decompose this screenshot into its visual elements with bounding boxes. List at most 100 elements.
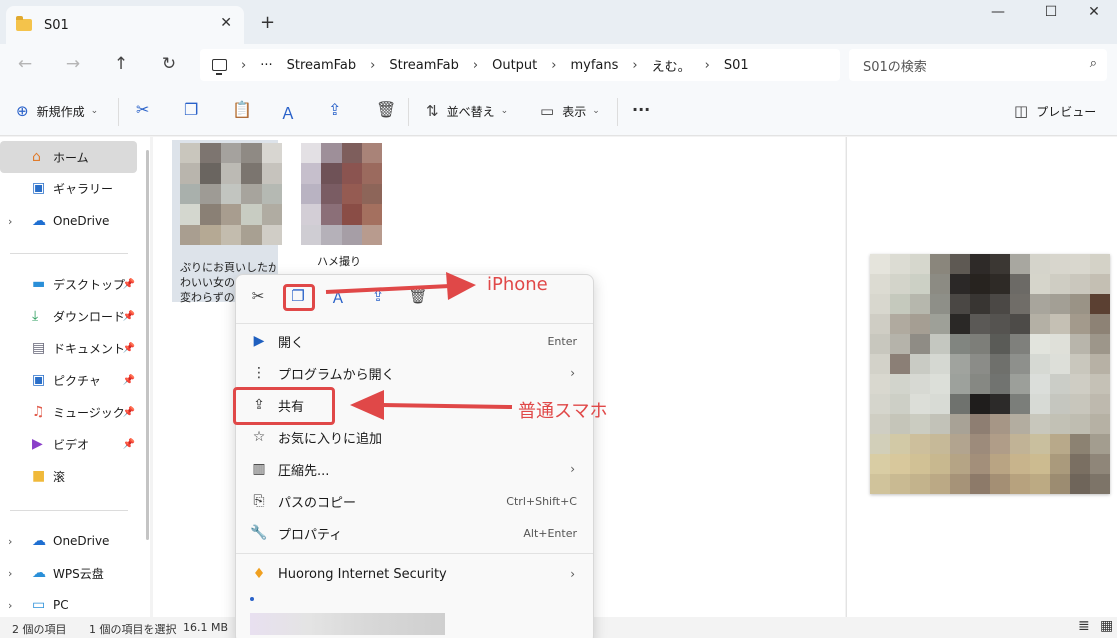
menu-divider bbox=[236, 323, 593, 324]
maximize-button[interactable]: ☐ bbox=[1028, 4, 1074, 20]
rename-icon[interactable]: Ａ bbox=[280, 100, 296, 124]
menu-item-compress[interactable]: ▥ 圧縮先... › bbox=[236, 453, 593, 485]
file-thumbnail-1[interactable] bbox=[180, 143, 282, 245]
back-icon[interactable]: ← bbox=[13, 54, 37, 74]
tab-close-icon[interactable]: ✕ bbox=[220, 15, 232, 31]
breadcrumb-separator[interactable]: › bbox=[241, 58, 246, 73]
up-icon[interactable]: ↑ bbox=[109, 54, 133, 74]
search-icon: ⌕ bbox=[1089, 56, 1097, 71]
menu-item-properties[interactable]: 🔧 プロパティ Alt+Enter bbox=[236, 517, 593, 549]
chevron-right-icon[interactable]: › bbox=[8, 215, 12, 228]
sidebar-item-music[interactable]: ♫ ミュージック 📌 bbox=[0, 396, 137, 428]
sidebar-item-pictures[interactable]: ▣ ピクチャ 📌 bbox=[0, 364, 137, 396]
rename-icon[interactable]: Ａ bbox=[326, 287, 350, 308]
new-tab-button[interactable]: + bbox=[260, 12, 275, 33]
sort-label: 並べ替え bbox=[446, 104, 495, 119]
item-count: 2 個の項目 bbox=[12, 623, 67, 636]
sidebar-item-gallery[interactable]: ▣ ギャラリー bbox=[0, 172, 137, 204]
highlight-box-copy bbox=[283, 284, 315, 311]
sidebar-item-onedrive-2[interactable]: › ☁ OneDrive bbox=[0, 525, 137, 557]
sidebar-item-label: ピクチャ bbox=[53, 373, 101, 388]
new-button[interactable]: ⊕ 新規作成 ⌄ bbox=[16, 102, 98, 120]
share-icon[interactable]: ⇪ bbox=[328, 100, 341, 119]
close-window-button[interactable]: ✕ bbox=[1071, 4, 1117, 20]
cloud-icon: ☁ bbox=[32, 533, 46, 549]
breadcrumb-item[interactable]: Output bbox=[492, 58, 537, 73]
more-options-icon[interactable]: ··· bbox=[632, 100, 650, 119]
tiles-view-icon[interactable]: ▦ bbox=[1100, 618, 1113, 634]
breadcrumb-item[interactable]: myfans bbox=[570, 58, 618, 73]
copy-icon[interactable]: ❐ bbox=[184, 100, 198, 119]
breadcrumb-separator[interactable]: › bbox=[705, 58, 710, 73]
sidebar-item-folder[interactable]: ■ 滚 bbox=[0, 460, 137, 492]
menu-item-favorite[interactable]: ☆ お気に入りに追加 bbox=[236, 421, 593, 453]
pin-icon[interactable]: 📌 bbox=[123, 407, 135, 418]
navigation-pane: ⌂ ホーム ▣ ギャラリー › ☁ OneDrive ▬ デスクトップ 📌 ⤓ … bbox=[0, 137, 150, 617]
breadcrumb-more[interactable]: ··· bbox=[260, 58, 272, 73]
sidebar-item-label: ホーム bbox=[53, 150, 89, 165]
sidebar-item-wps[interactable]: › ☁ WPS云盘 bbox=[0, 557, 137, 589]
breadcrumb-item[interactable]: S01 bbox=[724, 58, 749, 73]
menu-item-open-with[interactable]: ⋮ プログラムから開く › bbox=[236, 357, 593, 389]
highlight-box-share bbox=[233, 387, 335, 425]
delete-icon[interactable]: 🗑 bbox=[376, 100, 396, 119]
sort-button[interactable]: ⇅ 並べ替え ⌄ bbox=[426, 102, 508, 120]
sort-icon: ⇅ bbox=[426, 102, 439, 120]
home-icon: ⌂ bbox=[32, 149, 41, 165]
refresh-icon[interactable]: ↻ bbox=[157, 54, 181, 74]
forward-icon[interactable]: → bbox=[61, 54, 85, 74]
sidebar-item-downloads[interactable]: ⤓ ダウンロード 📌 bbox=[0, 300, 137, 332]
address-bar[interactable]: › ··· StreamFab › StreamFab › Output › m… bbox=[200, 49, 840, 81]
breadcrumb-item[interactable]: StreamFab bbox=[389, 58, 459, 73]
file-thumbnail-2[interactable] bbox=[301, 143, 382, 245]
sidebar-item-label: ドキュメント bbox=[53, 341, 126, 356]
tab-s01[interactable]: S01 ✕ bbox=[6, 6, 244, 44]
cut-icon[interactable]: ✂ bbox=[246, 287, 270, 305]
sidebar-item-videos[interactable]: ▶ ビデオ 📌 bbox=[0, 428, 137, 460]
sidebar-divider bbox=[10, 253, 128, 254]
share-icon[interactable]: ⇪ bbox=[366, 287, 390, 305]
file-name-2[interactable]: ハメ撮り bbox=[317, 254, 377, 269]
menu-item-label: プログラムから開く bbox=[278, 367, 395, 383]
view-icon: ▭ bbox=[540, 102, 555, 120]
breadcrumb-separator[interactable]: › bbox=[551, 58, 556, 73]
pin-icon[interactable]: 📌 bbox=[123, 279, 135, 290]
minimize-button[interactable]: — bbox=[975, 4, 1021, 20]
breadcrumb-separator[interactable]: › bbox=[370, 58, 375, 73]
huorong-icon: ♦ bbox=[252, 566, 266, 582]
menu-item-huorong[interactable]: ♦ Huorong Internet Security › bbox=[236, 558, 593, 590]
menu-item-label: Huorong Internet Security bbox=[278, 566, 447, 582]
pin-icon[interactable]: 📌 bbox=[123, 375, 135, 386]
menu-item-open[interactable]: ▶ 開く Enter bbox=[236, 325, 593, 357]
paste-icon[interactable]: 📋 bbox=[232, 100, 252, 119]
sidebar-scrollbar[interactable] bbox=[146, 150, 149, 540]
sidebar-item-home[interactable]: ⌂ ホーム bbox=[0, 141, 137, 173]
sidebar-item-documents[interactable]: ▤ ドキュメント 📌 bbox=[0, 332, 137, 364]
gallery-icon: ▣ bbox=[32, 180, 46, 196]
pin-icon[interactable]: 📌 bbox=[123, 311, 135, 322]
pin-icon[interactable]: 📌 bbox=[123, 439, 135, 450]
sidebar-item-label: ビデオ bbox=[53, 437, 90, 452]
details-view-icon[interactable]: ≣ bbox=[1078, 618, 1090, 634]
breadcrumb-item[interactable]: えむ。 bbox=[652, 56, 691, 75]
preview-image bbox=[870, 254, 1110, 494]
sidebar-item-desktop[interactable]: ▬ デスクトップ 📌 bbox=[0, 268, 137, 300]
search-input[interactable]: S01の検索 ⌕ bbox=[849, 49, 1107, 81]
divider bbox=[408, 98, 409, 126]
menu-item-copy-path[interactable]: ⎘ パスのコピー Ctrl+Shift+C bbox=[236, 485, 593, 517]
chevron-right-icon[interactable]: › bbox=[8, 599, 12, 612]
delete-icon[interactable]: 🗑 bbox=[406, 287, 430, 305]
plus-circle-icon: ⊕ bbox=[16, 102, 29, 120]
breadcrumb-item[interactable]: StreamFab bbox=[287, 58, 357, 73]
cut-icon[interactable]: ✂ bbox=[136, 100, 149, 119]
chevron-right-icon[interactable]: › bbox=[8, 567, 12, 580]
menu-item-label: パスのコピー bbox=[278, 495, 357, 511]
preview-button[interactable]: ◫ プレビュー bbox=[1014, 102, 1096, 120]
breadcrumb-separator[interactable]: › bbox=[632, 58, 637, 73]
chevron-down-icon: ⌄ bbox=[500, 106, 509, 116]
breadcrumb-separator[interactable]: › bbox=[473, 58, 478, 73]
view-button[interactable]: ▭ 表示 ⌄ bbox=[540, 102, 600, 120]
pin-icon[interactable]: 📌 bbox=[123, 343, 135, 354]
sidebar-item-onedrive[interactable]: › ☁ OneDrive bbox=[0, 205, 137, 237]
chevron-right-icon[interactable]: › bbox=[8, 535, 12, 548]
